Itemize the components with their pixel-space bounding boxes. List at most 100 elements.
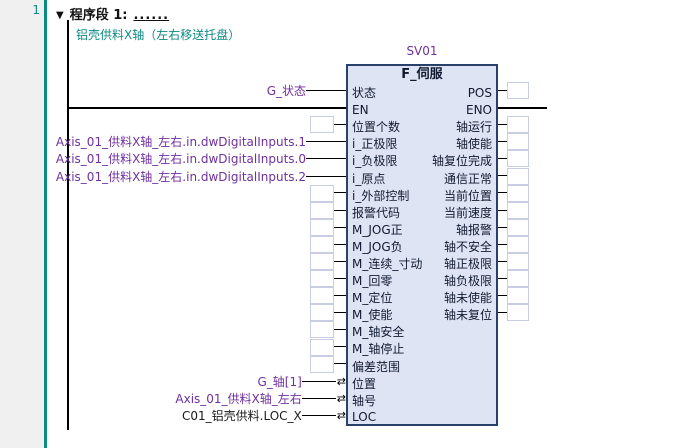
function-block[interactable]: F_伺服 状态 POS EN ENO 位置个数 轴运行 i_正极限 轴使能 i_负极限 轴复位完成… — [346, 64, 498, 426]
network-comment[interactable]: 铝壳供料X轴（左右移送托盘） — [76, 26, 240, 43]
operand-placeholder-box[interactable] — [310, 219, 334, 236]
input-pin-label[interactable]: EN — [352, 103, 369, 117]
operand-tag[interactable]: C01_铝壳供料.LOC_X — [182, 407, 302, 424]
block-row: 报警代码 当前速度 — [348, 204, 496, 221]
pin-stub-wire — [334, 227, 346, 228]
pin-stub-wire — [334, 329, 346, 330]
inout-arrow-icon: ⇄ — [337, 393, 346, 404]
network-title[interactable]: 程序段 1: — [70, 4, 128, 23]
result-placeholder-box[interactable] — [507, 253, 529, 270]
result-placeholder-box[interactable] — [507, 133, 529, 150]
operand-placeholder-box[interactable] — [310, 356, 334, 373]
collapse-triangle-icon[interactable]: ▼ — [56, 10, 64, 21]
pin-stub-wire — [498, 227, 507, 228]
result-placeholder-box[interactable] — [507, 116, 529, 133]
block-row: M_连续_寸动 轴正极限 — [348, 255, 496, 272]
result-placeholder-box[interactable] — [507, 82, 529, 99]
operand-tag[interactable]: Axis_01_供料X轴_左右 — [175, 390, 301, 407]
wire — [302, 415, 336, 416]
operand-tag[interactable]: G_状态 — [267, 82, 306, 99]
input-pin-label[interactable]: M_定位 — [352, 289, 392, 306]
block-instance-name[interactable]: SV01 — [346, 44, 498, 58]
pin-stub-wire — [334, 192, 346, 193]
input-pin-label[interactable]: i_正极限 — [352, 135, 397, 152]
input-pin-label[interactable]: M_回零 — [352, 272, 392, 289]
output-pin-label[interactable]: 轴正极限 — [444, 255, 492, 272]
operand-placeholder-box[interactable] — [310, 321, 334, 338]
pin-stub-wire — [498, 124, 507, 125]
input-pin-label[interactable]: 状态 — [352, 84, 376, 101]
output-pin-label[interactable]: 轴复位完成 — [432, 152, 492, 169]
input-pin-label[interactable]: M_轴安全 — [352, 323, 404, 340]
input-pin-label[interactable]: M_JOG正 — [352, 221, 403, 238]
input-pin-label[interactable]: 报警代码 — [352, 204, 400, 221]
input-pin-label[interactable]: M_轴停止 — [352, 340, 404, 357]
result-placeholder-box[interactable] — [507, 168, 529, 185]
pin-stub-wire — [498, 141, 507, 142]
input-pin-label[interactable]: LOC — [352, 410, 376, 424]
input-pin-label[interactable]: 位置 — [352, 375, 376, 392]
block-row: M_轴安全 — [348, 323, 496, 340]
operand-placeholder-box[interactable] — [310, 185, 334, 202]
output-pin-label[interactable]: 轴未复位 — [444, 306, 492, 323]
operand-placeholder-box[interactable] — [310, 116, 334, 133]
result-placeholder-box[interactable] — [507, 270, 529, 287]
output-pin-label[interactable]: 轴运行 — [456, 118, 492, 135]
block-row: 状态 POS — [348, 84, 496, 101]
result-placeholder-box[interactable] — [507, 287, 529, 304]
result-placeholder-box[interactable] — [507, 219, 529, 236]
pin-stub-wire — [334, 124, 346, 125]
wire — [302, 381, 336, 382]
block-row: EN ENO — [348, 101, 496, 118]
block-row: 轴号 — [348, 392, 496, 409]
output-pin-label[interactable]: 轴负极限 — [444, 272, 492, 289]
result-placeholder-box[interactable] — [507, 202, 529, 219]
operand-placeholder-box[interactable] — [310, 202, 334, 219]
input-pin-label[interactable]: i_负极限 — [352, 152, 397, 169]
input-pin-label[interactable]: 位置个数 — [352, 118, 400, 135]
operand-placeholder-box[interactable] — [310, 253, 334, 270]
output-pin-label[interactable]: 轴不安全 — [444, 238, 492, 255]
network-header: ▼ 程序段 1: ...... — [56, 4, 169, 23]
output-pin-label[interactable]: 当前速度 — [444, 204, 492, 221]
input-pin-label[interactable]: M_JOG负 — [352, 238, 403, 255]
output-pin-label[interactable]: 轴报警 — [456, 221, 492, 238]
operand-placeholder-box[interactable] — [310, 236, 334, 253]
pin-stub-wire — [334, 244, 346, 245]
operand-tag[interactable]: Axis_01_供料X轴_左右.in.dwDigitalInputs.2 — [56, 168, 306, 185]
operand-tag[interactable]: Axis_01_供料X轴_左右.in.dwDigitalInputs.0 — [56, 150, 306, 167]
result-placeholder-box[interactable] — [507, 150, 529, 167]
block-row: i_原点 通信正常 — [348, 169, 496, 186]
output-pin-label[interactable]: 轴未使能 — [444, 289, 492, 306]
network-title-comment-placeholder[interactable]: ...... — [133, 8, 169, 23]
network-accent-bar — [44, 0, 47, 448]
output-pin-label[interactable]: POS — [468, 86, 492, 100]
operand-placeholder-box[interactable] — [310, 270, 334, 287]
output-pin-label[interactable]: 轴使能 — [456, 135, 492, 152]
input-pin-label[interactable]: i_原点 — [352, 170, 385, 187]
operand-tag[interactable]: G_轴[1] — [257, 373, 301, 390]
input-pin-label[interactable]: i_外部控制 — [352, 187, 409, 204]
input-pin-label[interactable]: M_使能 — [352, 306, 392, 323]
operand-placeholder-box[interactable] — [310, 287, 334, 304]
result-placeholder-box[interactable] — [507, 185, 529, 202]
block-title[interactable]: F_伺服 — [348, 66, 496, 84]
block-row: i_正极限 轴使能 — [348, 135, 496, 152]
pin-stub-wire — [498, 192, 507, 193]
pin-stub-wire — [498, 261, 507, 262]
operand-placeholder-box[interactable] — [310, 339, 334, 356]
input-pin-label[interactable]: 轴号 — [352, 392, 376, 409]
operand-tag[interactable]: Axis_01_供料X轴_左右.in.dwDigitalInputs.1 — [56, 133, 306, 150]
result-placeholder-box[interactable] — [507, 236, 529, 253]
block-row: M_JOG正 轴报警 — [348, 221, 496, 238]
line-number: 1 — [0, 3, 40, 17]
operand-placeholder-box[interactable] — [310, 304, 334, 321]
output-pin-label[interactable]: ENO — [466, 103, 492, 117]
output-pin-label[interactable]: 通信正常 — [444, 170, 492, 187]
result-placeholder-box[interactable] — [507, 304, 529, 321]
output-pin-label[interactable]: 当前位置 — [444, 187, 492, 204]
input-pin-label[interactable]: M_连续_寸动 — [352, 255, 422, 272]
inout-arrow-icon: ⇄ — [337, 376, 346, 387]
pin-stub-wire — [334, 346, 346, 347]
input-pin-label[interactable]: 偏差范围 — [352, 358, 400, 375]
